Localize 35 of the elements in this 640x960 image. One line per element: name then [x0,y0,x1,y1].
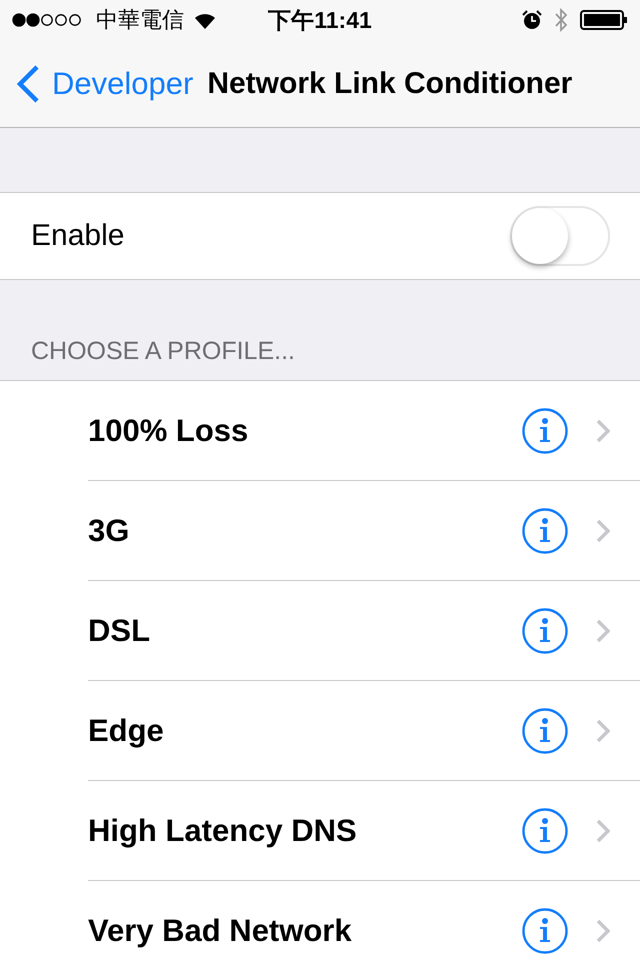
info-icon[interactable] [522,408,568,454]
battery-icon [580,10,628,30]
chevron-right-icon [596,518,610,542]
bluetooth-icon [554,7,568,33]
enable-label: Enable [31,219,126,253]
info-icon[interactable] [522,908,568,954]
profile-name: Edge [88,712,165,748]
info-icon[interactable] [522,808,568,854]
back-chevron-icon [16,64,40,104]
section-header: CHOOSE A PROFILE... [31,337,295,366]
info-icon[interactable] [522,608,568,654]
profile-row[interactable]: 100% Loss [88,381,640,481]
chevron-right-icon [596,818,610,842]
profile-row[interactable]: High Latency DNS [88,781,640,881]
carrier-name: 中華電信 [96,6,184,34]
page-title: Network Link Conditioner [207,66,572,100]
info-icon[interactable] [522,708,568,754]
chevron-right-icon [596,418,610,442]
profile-row[interactable]: 3G [88,481,640,581]
profile-name: High Latency DNS [88,812,358,848]
back-button[interactable]: Developer [16,64,194,104]
info-icon[interactable] [522,508,568,554]
chevron-right-icon [596,718,610,742]
alarm-clock-icon [522,10,542,30]
enable-switch[interactable] [510,206,610,266]
profile-row[interactable]: Very Bad Network [88,881,640,960]
profile-name: 100% Loss [88,412,250,448]
profile-name: Very Bad Network [88,912,353,948]
profile-name: DSL [88,612,151,648]
chevron-right-icon [596,918,610,942]
profile-row[interactable]: DSL [88,581,640,681]
clock-time: 下午11:41 [268,6,372,34]
chevron-right-icon [596,618,610,642]
profile-row[interactable]: Edge [88,681,640,781]
profile-name: 3G [88,512,130,548]
